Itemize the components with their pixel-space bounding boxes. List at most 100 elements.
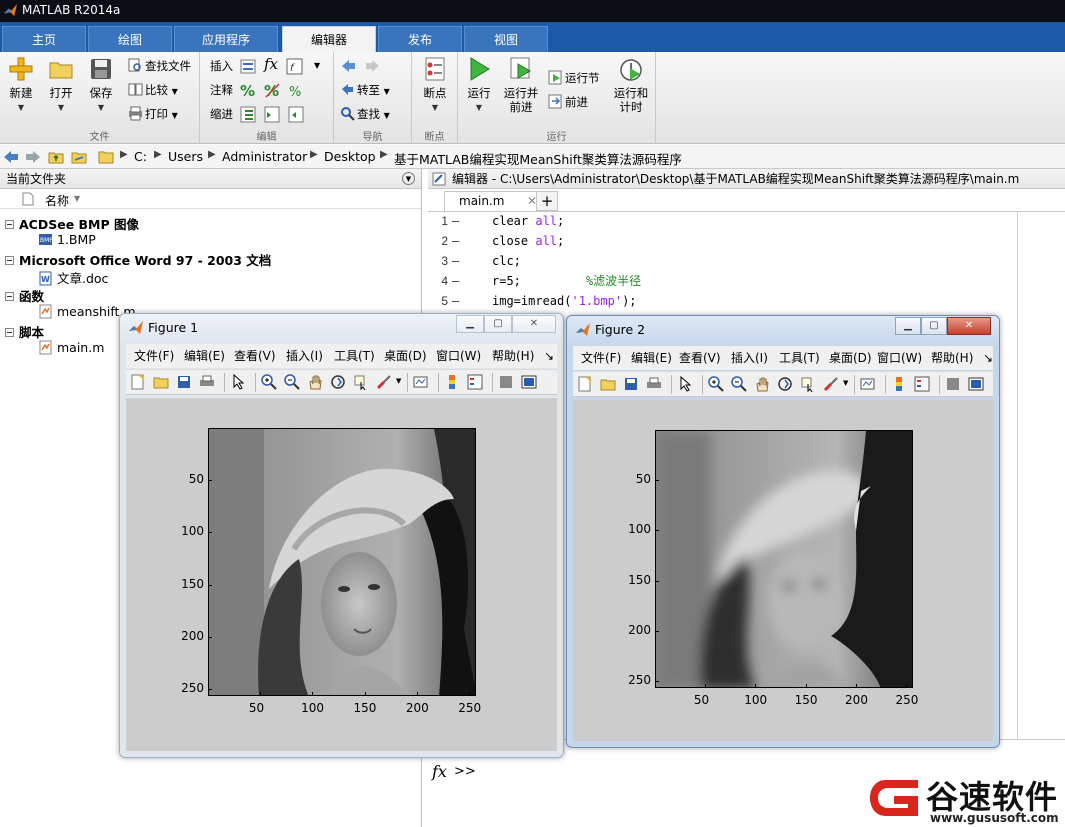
breakpoint-marker[interactable]: – [452, 231, 459, 251]
pointer-icon[interactable] [677, 376, 693, 392]
zoom-out-icon[interactable] [284, 374, 300, 390]
chevron-down-icon[interactable]: ▼ [314, 56, 320, 76]
figure-1-window[interactable]: Figure 1 ▁ ▢ ✕ 文件(F) 编辑(E) 查看(V) 插入(I) 工具(T)… [119, 313, 564, 758]
group-scripts[interactable]: 脚本 [0, 322, 44, 341]
show-plot-tools-icon[interactable] [521, 374, 537, 390]
breakpoint-marker[interactable]: – [452, 271, 459, 291]
column-name-label[interactable]: 名称 [45, 192, 69, 209]
figure-menu-item[interactable]: 帮助(H) [931, 346, 973, 370]
breakpoints-button[interactable]: 断点 ▼ [414, 56, 456, 115]
breadcrumb-project-folder[interactable]: 基于MATLAB编程实现MeanShift聚类算法源码程序 [394, 149, 682, 168]
figure-menu-item[interactable]: 编辑(E) [184, 344, 225, 368]
group-bmp-images[interactable]: ACDSee BMP 图像 [0, 214, 139, 233]
print-figure-icon[interactable] [646, 376, 662, 392]
insert-section-icon[interactable] [240, 58, 257, 75]
breadcrumb-administrator[interactable]: Administrator [222, 149, 307, 164]
chevron-down-icon[interactable]: ▼ [843, 379, 848, 387]
collapse-icon[interactable] [5, 256, 14, 265]
breakpoint-marker[interactable]: – [452, 211, 459, 231]
figure-menu-item[interactable]: 查看(V) [679, 346, 721, 370]
figure-menu-item[interactable]: ↘ [983, 346, 993, 370]
back-arrow-icon[interactable] [340, 58, 357, 75]
brush-icon[interactable] [823, 376, 839, 392]
forward-icon[interactable] [25, 149, 41, 165]
new-figure-icon[interactable] [577, 376, 593, 392]
open-file-icon[interactable] [153, 374, 169, 390]
file-doc[interactable]: W 文章.doc [38, 268, 108, 287]
close-button[interactable]: ✕ [512, 315, 556, 333]
back-icon[interactable] [3, 149, 19, 165]
up-folder-icon[interactable] [48, 149, 64, 165]
decrease-indent-icon[interactable] [288, 106, 305, 123]
figure-menu-item[interactable]: 帮助(H) [492, 344, 534, 368]
line-number[interactable]: 1 [434, 211, 448, 231]
new-figure-icon[interactable] [130, 374, 146, 390]
collapse-icon[interactable] [5, 292, 14, 301]
link-plot-icon[interactable] [860, 376, 876, 392]
figure-2-window[interactable]: Figure 2 ▁ ▢ ✕ 文件(F) 编辑(E) 查看(V) 插入(I) 工具(T)… [566, 315, 1000, 748]
save-figure-icon[interactable] [623, 376, 639, 392]
close-button[interactable]: ✕ [947, 317, 991, 335]
group-functions[interactable]: 函数 [0, 286, 44, 305]
save-button[interactable]: 保存 ▼ [80, 56, 122, 115]
line-number[interactable]: 3 [434, 251, 448, 271]
open-file-icon[interactable] [600, 376, 616, 392]
uncomment-icon[interactable]: % [264, 82, 281, 99]
colorbar-icon[interactable] [891, 376, 907, 392]
print-figure-icon[interactable] [199, 374, 215, 390]
rotate-3d-icon[interactable] [330, 374, 346, 390]
figure-menu-item[interactable]: 工具(T) [779, 346, 820, 370]
maximize-button[interactable]: ▢ [484, 315, 512, 333]
goto-button[interactable]: 转至 ▼ [340, 80, 390, 100]
run-and-time-button[interactable]: 运行和 计时 [610, 56, 652, 114]
legend-icon[interactable] [467, 374, 483, 390]
code-line[interactable]: 3– clc; [428, 251, 1028, 271]
tab-plots[interactable]: 绘图 [88, 26, 172, 52]
code-line[interactable]: 2– close all; [428, 231, 1028, 251]
data-cursor-icon[interactable] [353, 374, 369, 390]
collapse-icon[interactable] [5, 328, 14, 337]
figure-menu-item[interactable]: 窗口(W) [436, 344, 481, 368]
breakpoint-marker[interactable]: – [452, 291, 459, 311]
new-tab-button[interactable]: + [536, 191, 558, 211]
legend-icon[interactable] [914, 376, 930, 392]
find-files-button[interactable]: 查找文件 [128, 56, 191, 76]
figure-menu-item[interactable]: ↘ [544, 344, 554, 368]
hide-plot-tools-icon[interactable] [945, 376, 961, 392]
pointer-icon[interactable] [230, 374, 246, 390]
pan-hand-icon[interactable] [754, 376, 770, 392]
zoom-in-icon[interactable] [708, 376, 724, 392]
colorbar-icon[interactable] [444, 374, 460, 390]
link-plot-icon[interactable] [413, 374, 429, 390]
minimize-button[interactable]: ▁ [895, 317, 921, 335]
print-button[interactable]: 打印 ▼ [128, 104, 178, 124]
tab-publish[interactable]: 发布 [378, 26, 462, 52]
breadcrumb-users[interactable]: Users [168, 149, 203, 164]
chevron-down-icon[interactable]: ▼ [396, 377, 401, 385]
maximize-button[interactable]: ▢ [921, 317, 947, 335]
original-image-axes[interactable] [208, 428, 476, 696]
group-word-docs[interactable]: Microsoft Office Word 97 - 2003 文档 [0, 250, 271, 269]
forward-arrow-icon[interactable] [364, 58, 381, 75]
smart-indent-icon[interactable] [240, 106, 257, 123]
brush-icon[interactable] [376, 374, 392, 390]
file-1-bmp[interactable]: BMP 1.BMP [38, 232, 96, 247]
run-button[interactable]: 运行 ▼ [458, 56, 500, 115]
tab-apps[interactable]: 应用程序 [174, 26, 278, 52]
pan-hand-icon[interactable] [307, 374, 323, 390]
figure-menu-item[interactable]: 文件(F) [581, 346, 621, 370]
line-number[interactable]: 4 [434, 271, 448, 291]
figure-menu-item[interactable]: 插入(I) [731, 346, 768, 370]
increase-indent-icon[interactable] [264, 106, 281, 123]
figure-menu-item[interactable]: 插入(I) [286, 344, 323, 368]
figure-menu-item[interactable]: 编辑(E) [631, 346, 672, 370]
comment-icon[interactable]: % [240, 82, 257, 99]
panel-menu-icon[interactable]: ▼ [402, 172, 415, 185]
figure-menu-item[interactable]: 工具(T) [334, 344, 375, 368]
figure-menu-item[interactable]: 窗口(W) [877, 346, 922, 370]
code-line[interactable]: 4– r=5; %滤波半径 [428, 271, 1028, 291]
tab-editor[interactable]: 编辑器 [282, 26, 376, 52]
browse-folder-icon[interactable] [71, 149, 87, 165]
wrap-comments-icon[interactable]: % [288, 82, 305, 99]
editor-tab-main-m[interactable]: main.m ✕ [444, 191, 544, 211]
